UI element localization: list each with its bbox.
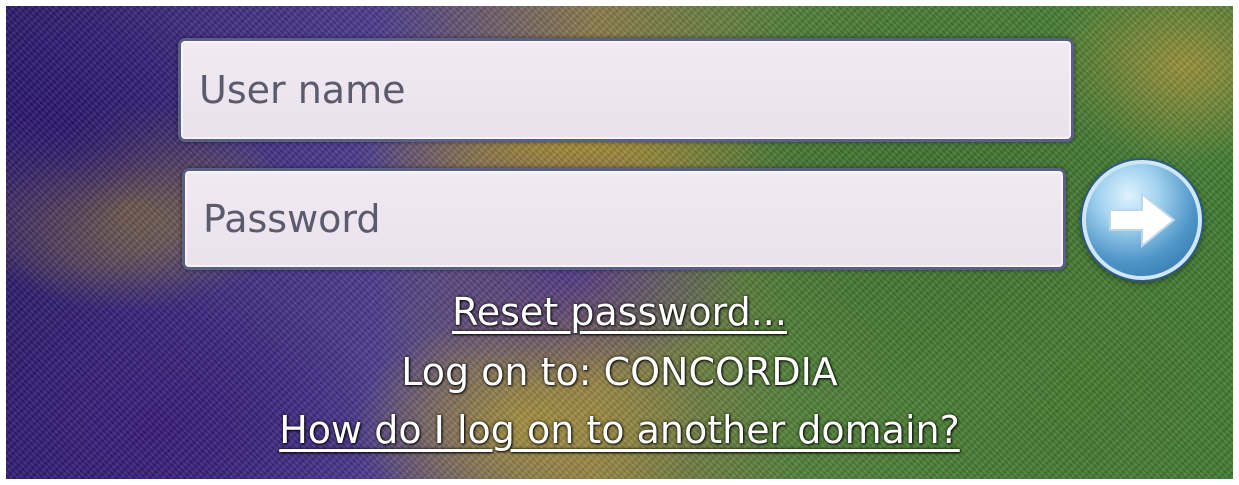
username-input[interactable] [178,38,1074,142]
password-input[interactable] [182,168,1066,270]
reset-password-link[interactable]: Reset password... [452,290,787,334]
reset-password-container: Reset password... [6,290,1233,334]
another-domain-link[interactable]: How do I log on to another domain? [279,408,960,452]
another-domain-container: How do I log on to another domain? [6,408,1233,452]
log-on-to-label: Log on to: CONCORDIA [401,350,838,394]
logon-screen: Reset password... Log on to: CONCORDIA H… [6,6,1233,479]
submit-button[interactable] [1082,160,1202,280]
arrow-right-icon [1109,191,1176,249]
